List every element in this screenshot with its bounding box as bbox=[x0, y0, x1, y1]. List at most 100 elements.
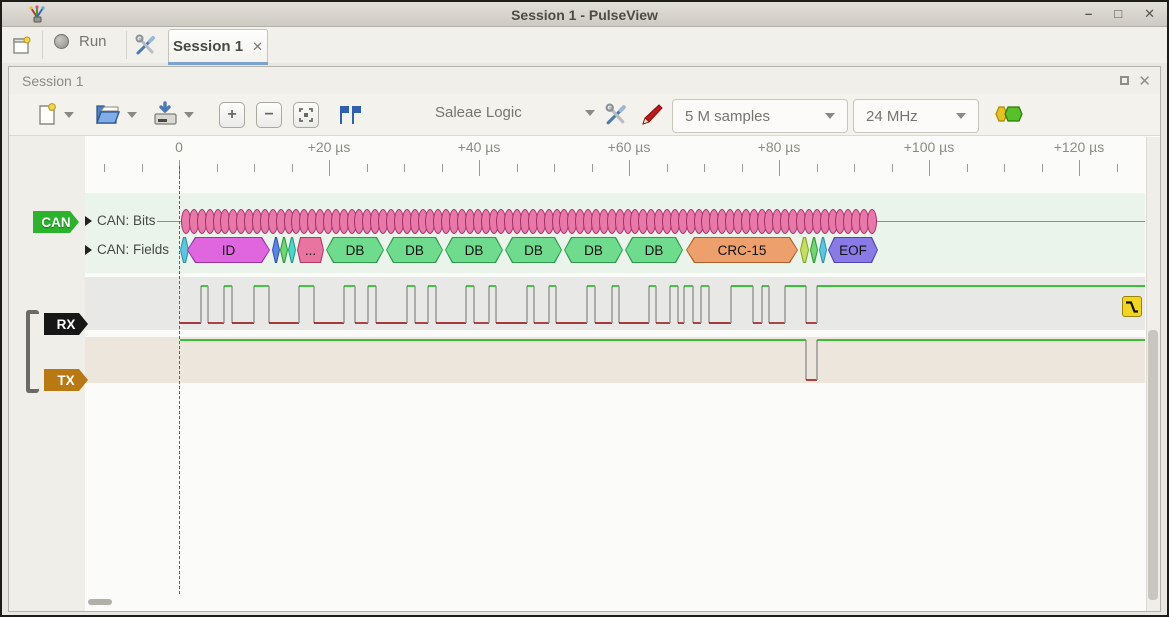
field-fill bbox=[273, 238, 279, 262]
field-annotation[interactable]: EOF bbox=[828, 237, 878, 263]
open-dropdown-caret[interactable] bbox=[127, 112, 137, 118]
field-annotation[interactable] bbox=[272, 237, 280, 263]
field-annotation[interactable]: DB bbox=[625, 237, 683, 263]
ruler-tick bbox=[704, 164, 705, 172]
ruler-tick bbox=[217, 164, 218, 172]
field-label: DB bbox=[564, 237, 623, 263]
field-annotation[interactable] bbox=[800, 237, 809, 263]
sample-count-select[interactable]: 5 M samples bbox=[672, 99, 848, 133]
show-cursors-button[interactable] bbox=[337, 102, 363, 128]
field-annotation[interactable] bbox=[819, 237, 827, 263]
field-label: DB bbox=[625, 237, 683, 263]
new-session-button[interactable] bbox=[10, 34, 32, 56]
ruler-tick bbox=[142, 164, 143, 172]
tab-close-icon[interactable]: ✕ bbox=[252, 39, 263, 55]
field-annotation[interactable]: DB bbox=[386, 237, 443, 263]
field-annotation[interactable]: DB bbox=[326, 237, 384, 263]
ruler-label: +60 µs bbox=[608, 139, 651, 155]
ruler-tick bbox=[1117, 164, 1118, 172]
field-annotation[interactable] bbox=[288, 237, 296, 263]
bit-annotation[interactable] bbox=[867, 209, 877, 234]
expand-arrow-icon[interactable] bbox=[85, 216, 92, 226]
sample-rate-caret-icon bbox=[956, 113, 966, 119]
decoder-row-bits-label[interactable]: CAN: Bits bbox=[97, 213, 156, 228]
ruler-tick bbox=[329, 160, 330, 176]
field-fill bbox=[281, 238, 287, 262]
zoom-fit-button[interactable] bbox=[293, 102, 319, 128]
channels-button[interactable] bbox=[638, 102, 664, 128]
tab-session-1[interactable]: Session 1 ✕ bbox=[168, 29, 268, 63]
ruler-label: +120 µs bbox=[1054, 139, 1105, 155]
decoder-row-fields-label[interactable]: CAN: Fields bbox=[97, 242, 169, 257]
field-annotation[interactable]: ... bbox=[297, 237, 324, 263]
device-caret-icon bbox=[585, 110, 595, 116]
run-led-icon bbox=[54, 34, 69, 49]
open-button[interactable] bbox=[93, 100, 121, 128]
ruler-tick bbox=[254, 164, 255, 172]
ruler-tick bbox=[367, 164, 368, 172]
new-file-icon bbox=[36, 103, 58, 127]
ruler-label: 0 bbox=[175, 139, 183, 155]
settings-button[interactable] bbox=[132, 33, 158, 57]
minimize-button[interactable]: – bbox=[1085, 6, 1092, 22]
expand-arrow-icon[interactable] bbox=[85, 245, 92, 255]
zoom-out-button[interactable]: − bbox=[256, 102, 282, 128]
zoom-fit-icon bbox=[299, 108, 313, 122]
ruler-tick bbox=[967, 164, 968, 172]
field-annotation[interactable] bbox=[280, 237, 288, 263]
dock-close-icon[interactable]: ✕ bbox=[1138, 72, 1151, 90]
run-button[interactable]: Run bbox=[54, 33, 107, 50]
title-bar[interactable]: Session 1 - PulseView – □ ✕ bbox=[2, 2, 1167, 27]
field-label: DB bbox=[326, 237, 384, 263]
field-annotation[interactable] bbox=[810, 237, 818, 263]
field-label: CRC-15 bbox=[686, 237, 798, 263]
ruler-tick bbox=[554, 164, 555, 172]
tab-label: Session 1 bbox=[173, 38, 243, 55]
field-annotation[interactable]: DB bbox=[564, 237, 623, 263]
ruler-tick bbox=[479, 160, 480, 176]
ruler-tick bbox=[667, 164, 668, 172]
field-annotation[interactable]: DB bbox=[445, 237, 503, 263]
field-annotation[interactable]: CRC-15 bbox=[686, 237, 798, 263]
field-label: DB bbox=[505, 237, 562, 263]
dock-title[interactable]: Session 1 bbox=[22, 73, 83, 89]
vertical-scrollbar-handle[interactable] bbox=[1148, 330, 1158, 600]
zoom-in-button[interactable]: + bbox=[219, 102, 245, 128]
open-folder-icon bbox=[94, 101, 121, 127]
field-annotation[interactable]: ID bbox=[187, 237, 270, 263]
sample-rate-select[interactable]: 24 MHz bbox=[853, 99, 979, 133]
channel-tag-rx[interactable]: RX bbox=[44, 313, 88, 335]
run-button-label: Run bbox=[79, 33, 107, 50]
save-icon bbox=[152, 101, 179, 127]
trigger-marker[interactable] bbox=[1122, 296, 1142, 317]
save-button[interactable] bbox=[151, 100, 179, 128]
sample-count-caret-icon bbox=[825, 113, 835, 119]
horizontal-scrollbar-handle[interactable] bbox=[88, 599, 112, 605]
decoder-tag-can[interactable]: CAN bbox=[33, 211, 79, 233]
maximize-button[interactable]: □ bbox=[1114, 6, 1122, 22]
add-decoder-button[interactable] bbox=[994, 104, 1024, 124]
save-dropdown-caret[interactable] bbox=[184, 112, 194, 118]
dock-float-icon[interactable] bbox=[1120, 76, 1129, 85]
channel-tag-tx[interactable]: TX bbox=[44, 369, 88, 391]
ruler-tick bbox=[817, 164, 818, 172]
time-cursor[interactable] bbox=[179, 166, 180, 594]
wrench-screwdriver-icon bbox=[134, 34, 157, 57]
new-file-button[interactable] bbox=[35, 102, 59, 128]
field-annotation[interactable]: DB bbox=[505, 237, 562, 263]
device-select[interactable]: Saleae Logic bbox=[435, 104, 595, 121]
field-label: DB bbox=[386, 237, 443, 263]
ruler-tick bbox=[104, 164, 105, 172]
new-file-dropdown-caret[interactable] bbox=[64, 112, 74, 118]
close-button[interactable]: ✕ bbox=[1144, 6, 1155, 22]
ruler-tick bbox=[742, 164, 743, 172]
sample-count-value: 5 M samples bbox=[685, 108, 770, 125]
field-fill bbox=[289, 238, 295, 262]
ruler-label: +40 µs bbox=[458, 139, 501, 155]
channel-group-bracket[interactable] bbox=[26, 310, 39, 393]
decoder-icon bbox=[994, 105, 1024, 123]
configure-device-button[interactable] bbox=[603, 102, 629, 128]
ruler-tick bbox=[1079, 160, 1080, 176]
ruler-tick bbox=[1042, 164, 1043, 172]
ruler-tick bbox=[1004, 164, 1005, 172]
